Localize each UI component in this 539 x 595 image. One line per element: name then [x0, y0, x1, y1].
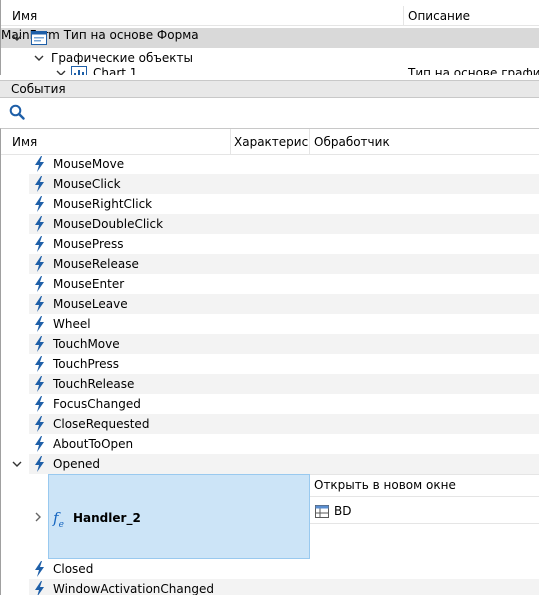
- event-label: FocusChanged: [53, 397, 141, 411]
- function-icon: fe: [53, 509, 64, 530]
- event-label: MouseLeave: [53, 297, 128, 311]
- database-table-icon: [315, 505, 329, 518]
- event-label: CloseRequested: [53, 417, 150, 431]
- tree-col-description[interactable]: Описание: [408, 9, 470, 23]
- lightning-icon: [33, 436, 45, 452]
- event-row[interactable]: MousePress: [29, 234, 539, 254]
- chevron-down-icon[interactable]: [12, 459, 22, 469]
- events-search-row[interactable]: [0, 100, 539, 125]
- event-label: MouseDoubleClick: [53, 217, 164, 231]
- event-label: Opened: [53, 457, 101, 471]
- lightning-icon: [33, 456, 45, 472]
- event-label: Closed: [53, 562, 94, 576]
- event-row[interactable]: MouseClick: [29, 174, 539, 194]
- handler-properties: Открыть в новом окне BD: [310, 474, 539, 559]
- lightning-icon: [33, 396, 45, 412]
- event-row[interactable]: FocusChanged: [29, 394, 539, 414]
- tree-row-description: Тип на основе графика: [408, 66, 539, 75]
- chart-icon: [71, 66, 87, 75]
- handler-name: Handler_2: [73, 511, 141, 525]
- lightning-icon: [33, 196, 45, 212]
- event-label: WindowActivationChanged: [53, 582, 214, 595]
- lightning-icon: [33, 276, 45, 292]
- events-header: Имя Характеристики Обработчик: [1, 129, 539, 155]
- tree-row-graphic-objects[interactable]: Графические объекты: [1, 48, 539, 68]
- event-row[interactable]: MouseMove: [29, 154, 539, 174]
- lightning-icon: [33, 561, 45, 577]
- event-label: Wheel: [53, 317, 91, 331]
- event-row[interactable]: TouchMove: [29, 334, 539, 354]
- event-label: MouseRelease: [53, 257, 139, 271]
- lightning-icon: [33, 356, 45, 372]
- event-row-opened[interactable]: Opened: [29, 454, 539, 474]
- chevron-down-icon[interactable]: [56, 68, 66, 75]
- event-row[interactable]: CloseRequested: [29, 414, 539, 434]
- events-section-title-bar: События: [0, 80, 539, 98]
- events-panel: Имя Характеристики Обработчик MouseMove …: [0, 128, 539, 595]
- divider: [310, 474, 539, 475]
- event-row[interactable]: MouseLeave: [29, 294, 539, 314]
- event-row[interactable]: Closed: [29, 559, 539, 579]
- event-row[interactable]: MouseEnter: [29, 274, 539, 294]
- search-icon[interactable]: [9, 104, 25, 120]
- events-col-name[interactable]: Имя: [12, 135, 37, 149]
- lightning-icon: [33, 376, 45, 392]
- chevron-right-icon[interactable]: [33, 512, 43, 522]
- event-label: TouchPress: [53, 357, 120, 371]
- event-row[interactable]: MouseRightClick: [29, 194, 539, 214]
- event-label: TouchRelease: [53, 377, 135, 391]
- event-row[interactable]: MouseRelease: [29, 254, 539, 274]
- event-label: MouseMove: [53, 157, 125, 171]
- event-label: MouseClick: [53, 177, 121, 191]
- divider: [310, 523, 539, 524]
- tree-row-description: Тип на основе Форма: [63, 28, 199, 42]
- column-separator[interactable]: [230, 129, 231, 155]
- event-label: MouseEnter: [53, 277, 125, 291]
- chevron-down-icon[interactable]: [34, 53, 44, 63]
- lightning-icon: [33, 256, 45, 272]
- tree-row-label: Chart 1: [93, 66, 138, 75]
- events-col-handler[interactable]: Обработчик: [314, 135, 390, 149]
- lightning-icon: [33, 581, 45, 595]
- event-row[interactable]: AboutToOpen: [29, 434, 539, 454]
- lightning-icon: [33, 216, 45, 232]
- lightning-icon: [33, 416, 45, 432]
- tree-row-label: Графические объекты: [51, 51, 193, 65]
- form-icon: [31, 31, 47, 45]
- events-col-characteristics[interactable]: Характеристики: [234, 135, 308, 149]
- lightning-icon: [33, 156, 45, 172]
- column-separator[interactable]: [403, 6, 404, 26]
- tree-row-mainform[interactable]: MainForm Тип на основе Форма: [1, 28, 539, 48]
- handler-target[interactable]: BD: [334, 504, 351, 518]
- divider: [310, 496, 539, 497]
- tree-header: Имя Описание: [1, 6, 539, 26]
- event-label: MousePress: [53, 237, 124, 251]
- tree-row-chart[interactable]: Chart 1 Тип на основе графика: [1, 66, 539, 75]
- lightning-icon: [33, 316, 45, 332]
- lightning-icon: [33, 176, 45, 192]
- event-row[interactable]: WindowActivationChanged: [29, 579, 539, 595]
- lightning-icon: [33, 236, 45, 252]
- event-label: MouseRightClick: [53, 197, 153, 211]
- event-row[interactable]: TouchRelease: [29, 374, 539, 394]
- object-tree-panel: Имя Описание MainForm Тип на основе Форм…: [0, 0, 539, 75]
- lightning-icon: [33, 336, 45, 352]
- lightning-icon: [33, 296, 45, 312]
- handler-row-selected[interactable]: fe Handler_2: [48, 474, 310, 559]
- event-label: TouchMove: [53, 337, 120, 351]
- event-row[interactable]: MouseDoubleClick: [29, 214, 539, 234]
- chevron-down-icon[interactable]: [12, 33, 22, 43]
- tree-col-name[interactable]: Имя: [12, 9, 37, 23]
- events-section-title: События: [11, 82, 66, 96]
- event-row[interactable]: TouchPress: [29, 354, 539, 374]
- handler-open-mode[interactable]: Открыть в новом окне: [314, 478, 456, 492]
- event-row[interactable]: Wheel: [29, 314, 539, 334]
- column-separator[interactable]: [309, 129, 310, 155]
- event-label: AboutToOpen: [53, 437, 134, 451]
